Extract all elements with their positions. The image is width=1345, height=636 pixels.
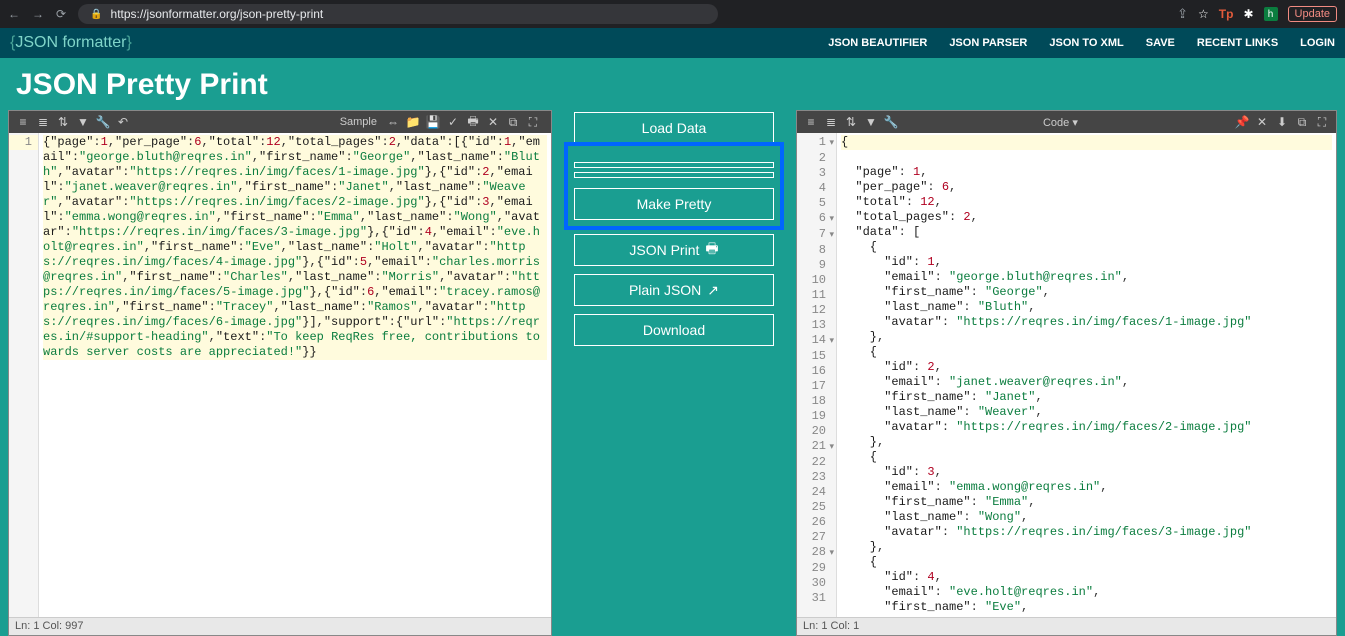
- star-icon[interactable]: ☆: [1198, 7, 1209, 21]
- nav-save[interactable]: SAVE: [1146, 37, 1175, 49]
- pin-icon[interactable]: 📌: [1234, 114, 1250, 130]
- output-status-bar: Ln: 1 Col: 1: [797, 617, 1336, 635]
- sort-icon[interactable]: ⇅: [55, 114, 71, 130]
- reload-icon[interactable]: ⟳: [56, 7, 66, 21]
- page-title: JSON Pretty Print: [0, 58, 1345, 110]
- nav-json-beautifier[interactable]: JSON BEAUTIFIER: [828, 37, 927, 49]
- nav-json-parser[interactable]: JSON PARSER: [949, 37, 1027, 49]
- sample-label[interactable]: Sample: [340, 116, 377, 128]
- filter-icon[interactable]: ▼: [75, 114, 91, 130]
- download-button[interactable]: Download: [574, 314, 774, 346]
- outdent-icon[interactable]: ≣: [35, 114, 51, 130]
- copy-icon[interactable]: ⧉: [1294, 114, 1310, 130]
- nav-login[interactable]: LOGIN: [1300, 37, 1335, 49]
- url-bar[interactable]: 🔒 https://jsonformatter.org/json-pretty-…: [78, 4, 718, 24]
- input-gutter: 1: [9, 133, 39, 617]
- ext-icon-2[interactable]: ✱: [1243, 7, 1253, 21]
- url-text: https://jsonformatter.org/json-pretty-pr…: [111, 7, 324, 21]
- nav-recent-links[interactable]: RECENT LINKS: [1197, 37, 1278, 49]
- print-icon[interactable]: 🖶: [465, 114, 481, 130]
- clear-icon[interactable]: ✕: [1254, 114, 1270, 130]
- highlight-box: Make Pretty: [564, 142, 784, 230]
- ext-icon-1[interactable]: Tp: [1219, 7, 1234, 21]
- sort-icon[interactable]: ⇅: [843, 114, 859, 130]
- action-column: Load Data Make Pretty JSON Print 🖶 Plain…: [552, 110, 796, 636]
- indent-icon[interactable]: ≡: [15, 114, 31, 130]
- output-code-area[interactable]: 1▾2 3 4 5 6▾7▾8 9 10 11 12 13 14▾15 16 1…: [797, 133, 1336, 617]
- fullscreen-icon[interactable]: ⛶: [525, 114, 541, 130]
- output-toolbar: ≡ ≣ ⇅ ▼ 🔧 Code ▾ 📌 ✕ ⬇ ⧉ ⛶: [797, 111, 1336, 133]
- input-code-content[interactable]: {"page":1,"per_page":6,"total":12,"total…: [39, 133, 551, 617]
- json-print-button[interactable]: JSON Print 🖶: [574, 234, 774, 266]
- nav-json-to-xml[interactable]: JSON TO XML: [1049, 37, 1123, 49]
- make-pretty-button[interactable]: Make Pretty: [574, 188, 774, 220]
- external-link-icon: ↗: [707, 282, 719, 299]
- clear-icon[interactable]: ✕: [485, 114, 501, 130]
- forward-icon[interactable]: →: [32, 7, 44, 21]
- wrench-icon[interactable]: 🔧: [95, 114, 111, 130]
- filter-icon[interactable]: ▼: [863, 114, 879, 130]
- output-code-content[interactable]: { "page": 1, "per_page": 6, "total": 12,…: [837, 133, 1336, 617]
- site-logo[interactable]: {JSON formatter}: [10, 34, 132, 52]
- code-label[interactable]: Code ▾: [1043, 116, 1078, 129]
- input-code-area[interactable]: 1 {"page":1,"per_page":6,"total":12,"tot…: [9, 133, 551, 617]
- nav-links: JSON BEAUTIFIER JSON PARSER JSON TO XML …: [828, 37, 1335, 49]
- site-header: {JSON formatter} JSON BEAUTIFIER JSON PA…: [0, 28, 1345, 58]
- input-toolbar: ≡ ≣ ⇅ ▼ 🔧 ↶ Sample ⇔ 📁 💾 ✓ 🖶 ✕ ⧉ ⛶: [9, 111, 551, 133]
- link-icon[interactable]: ⇔: [385, 114, 401, 130]
- browser-chrome: ← → ⟳ 🔒 https://jsonformatter.org/json-p…: [0, 0, 1345, 28]
- plain-json-button[interactable]: Plain JSON ↗: [574, 274, 774, 306]
- update-button[interactable]: Update: [1288, 6, 1337, 22]
- fullscreen-icon[interactable]: ⛶: [1314, 114, 1330, 130]
- wrench-icon[interactable]: 🔧: [883, 114, 899, 130]
- input-editor: ≡ ≣ ⇅ ▼ 🔧 ↶ Sample ⇔ 📁 💾 ✓ 🖶 ✕ ⧉ ⛶ 1 {"p…: [8, 110, 552, 636]
- back-icon[interactable]: ←: [8, 7, 20, 21]
- check-icon[interactable]: ✓: [445, 114, 461, 130]
- download-icon[interactable]: ⬇: [1274, 114, 1290, 130]
- print-small-icon: 🖶: [705, 238, 718, 262]
- lock-icon: 🔒: [90, 9, 102, 20]
- load-data-button[interactable]: Load Data: [574, 112, 774, 144]
- save-icon[interactable]: 💾: [425, 114, 441, 130]
- indent-icon[interactable]: ≡: [803, 114, 819, 130]
- ext-icon-3[interactable]: h: [1264, 7, 1278, 21]
- output-gutter: 1▾2 3 4 5 6▾7▾8 9 10 11 12 13 14▾15 16 1…: [797, 133, 837, 617]
- outdent-icon[interactable]: ≣: [823, 114, 839, 130]
- undo-icon[interactable]: ↶: [115, 114, 131, 130]
- output-editor: ≡ ≣ ⇅ ▼ 🔧 Code ▾ 📌 ✕ ⬇ ⧉ ⛶ 1▾2 3 4 5 6▾7…: [796, 110, 1337, 636]
- folder-icon[interactable]: 📁: [405, 114, 421, 130]
- share-icon[interactable]: ⇪: [1177, 6, 1188, 22]
- input-status-bar: Ln: 1 Col: 997: [9, 617, 551, 635]
- copy-icon[interactable]: ⧉: [505, 114, 521, 130]
